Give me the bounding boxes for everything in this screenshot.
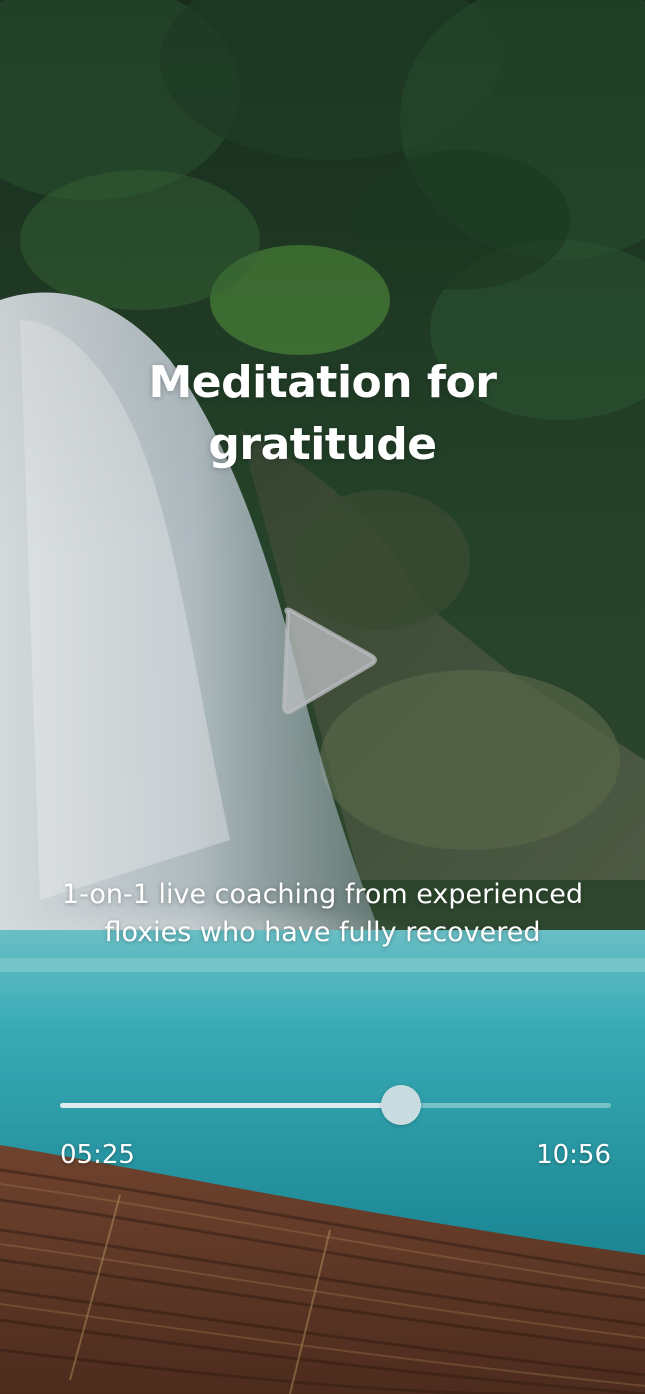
elapsed-time: 05:25 (60, 1140, 135, 1170)
progress-fill (60, 1103, 401, 1108)
progress-slider[interactable] (60, 1085, 611, 1125)
meditation-title: Meditation for gratitude (148, 357, 498, 470)
play-icon (282, 607, 377, 715)
meditation-player-screen: Meditation for gratitude 1-on-1 live coa… (0, 0, 645, 1394)
meditation-description: 1-on-1 live coaching from experienced fl… (61, 879, 584, 948)
play-button[interactable] (272, 596, 392, 726)
progress-thumb[interactable] (380, 1085, 421, 1125)
total-time: 10:56 (536, 1140, 611, 1170)
